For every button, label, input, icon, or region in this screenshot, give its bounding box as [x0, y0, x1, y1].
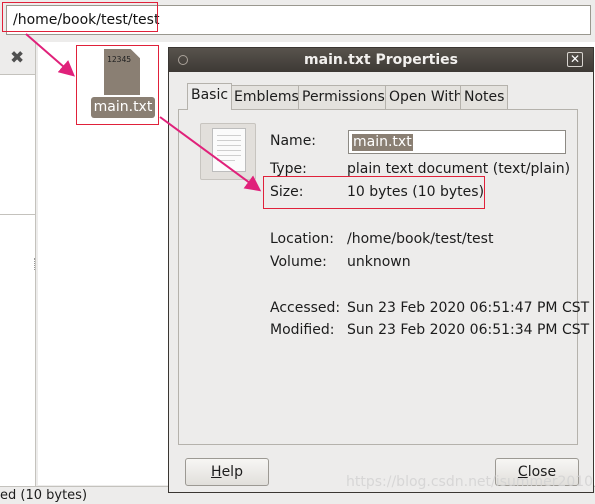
watermark: https://blog.csdn.net/isummer2010	[346, 474, 594, 490]
document-line	[217, 135, 241, 136]
dialog-titlebar[interactable]: main.txt Properties ✕	[169, 48, 593, 72]
help-button-mnemonic: H	[211, 464, 222, 480]
accessed-label: Accessed:	[270, 300, 341, 316]
location-label: Location:	[270, 231, 334, 247]
document-line	[217, 150, 241, 151]
modified-value: Sun 23 Feb 2020 06:51:34 PM CST	[347, 322, 590, 338]
size-annotation-outline	[263, 176, 485, 209]
tab-open-with[interactable]: Open With	[385, 85, 467, 109]
volume-label: Volume:	[270, 254, 327, 270]
document-line	[217, 155, 241, 156]
document-line	[217, 140, 241, 141]
name-field-value[interactable]: main.txt	[352, 134, 413, 151]
close-icon[interactable]: ✕	[567, 52, 583, 67]
tab-notes[interactable]: Notes	[460, 85, 509, 109]
name-field[interactable]: main.txt	[348, 130, 566, 154]
help-button[interactable]: Help	[185, 458, 269, 486]
type-value: plain text document (text/plain)	[347, 161, 571, 177]
dialog-title: main.txt Properties	[304, 52, 458, 68]
sidebar-pane	[0, 42, 36, 492]
location-value: /home/book/test/test	[347, 231, 494, 247]
path-annotation-outline	[2, 2, 158, 32]
properties-dialog: main.txt Properties ✕ Basic Emblems Perm…	[168, 47, 594, 493]
close-icon[interactable]: ✖	[10, 48, 24, 68]
help-button-label: elp	[221, 464, 243, 480]
document-line	[217, 160, 235, 161]
accessed-value: Sun 23 Feb 2020 06:51:47 PM CST	[347, 300, 590, 316]
tab-permissions[interactable]: Permissions	[298, 85, 389, 109]
file-annotation-outline	[76, 45, 159, 125]
modified-label: Modified:	[270, 322, 335, 338]
sidebar-divider	[0, 214, 35, 215]
volume-value: unknown	[347, 254, 411, 270]
tab-basic[interactable]: Basic	[187, 83, 233, 110]
type-label: Type:	[270, 161, 307, 177]
document-line	[217, 145, 241, 146]
tab-emblems[interactable]: Emblems	[230, 85, 303, 109]
status-text: ed (10 bytes)	[0, 488, 88, 503]
name-label: Name:	[270, 133, 317, 149]
